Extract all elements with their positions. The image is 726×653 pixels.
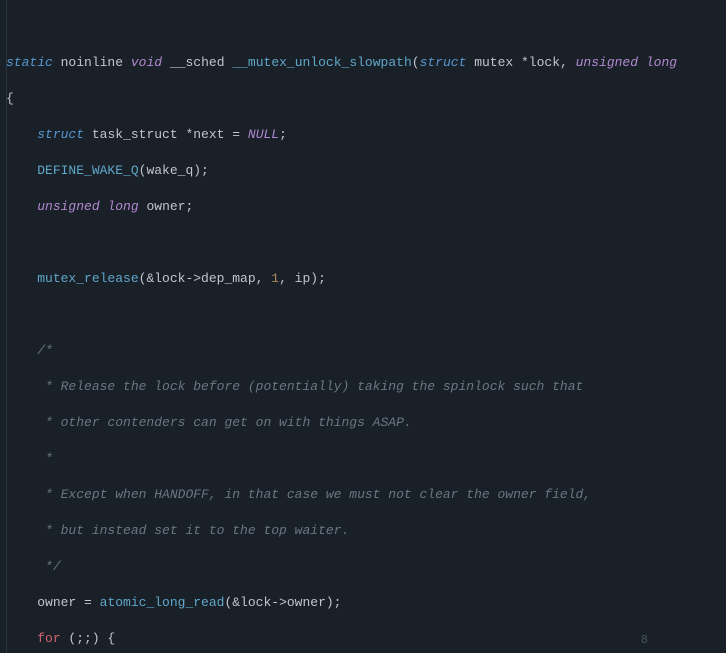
comment-line: * Release the lock before (potentially) … <box>6 378 726 396</box>
code-line: for (;;) { <box>6 630 726 648</box>
code-line: mutex_release(&lock->dep_map, 1, ip); <box>6 270 726 288</box>
function-call: atomic_long_read <box>100 595 225 610</box>
keyword-static: static <box>6 55 53 70</box>
code-line: DEFINE_WAKE_Q(wake_q); <box>6 162 726 180</box>
page-number: 8 <box>641 631 648 649</box>
code-line <box>6 306 726 324</box>
keyword-void: void <box>131 55 162 70</box>
comment-line: /* <box>6 342 726 360</box>
keyword-for: for <box>37 631 60 646</box>
code-line <box>6 234 726 252</box>
code-line: unsigned long owner; <box>6 198 726 216</box>
function-name: __mutex_unlock_slowpath <box>232 55 411 70</box>
comment-line: */ <box>6 558 726 576</box>
comment-line: * but instead set it to the top waiter. <box>6 522 726 540</box>
code-line: { <box>6 90 726 108</box>
code-editor[interactable]: static noinline void __sched __mutex_unl… <box>0 0 726 653</box>
code-line: static noinline void __sched __mutex_unl… <box>6 54 726 72</box>
comment-line: * Except when HANDOFF, in that case we m… <box>6 486 726 504</box>
comment-line: * <box>6 450 726 468</box>
comment-line: * other contenders can get on with thing… <box>6 414 726 432</box>
code-line: owner = atomic_long_read(&lock->owner); <box>6 594 726 612</box>
function-call: mutex_release <box>37 271 138 286</box>
code-line: struct task_struct *next = NULL; <box>6 126 726 144</box>
function-call: DEFINE_WAKE_Q <box>37 163 138 178</box>
keyword-null: NULL <box>248 127 279 142</box>
